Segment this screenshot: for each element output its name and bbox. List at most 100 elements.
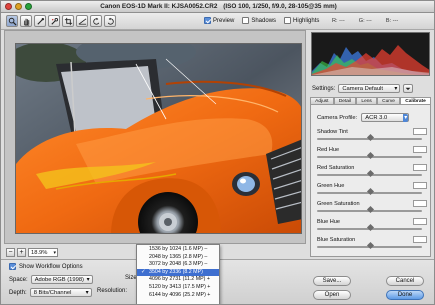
rgb-readout: R: --- G: --- B: --- — [332, 18, 398, 24]
settings-row: Settings: Camera Default — [312, 84, 414, 93]
preview-options: Preview Shadows Highlights — [204, 17, 319, 24]
settings-label: Settings: — [312, 85, 336, 92]
photo-preview[interactable] — [15, 43, 302, 234]
camera-profile-select[interactable]: ACR 3.0 — [361, 113, 410, 122]
settings-select[interactable]: Camera Default — [338, 84, 401, 93]
slider-red-hue[interactable]: Red Hue — [315, 146, 427, 160]
hand-icon — [23, 18, 29, 26]
depth-row: Depth: 8 Bits/Channel — [9, 288, 92, 297]
zoom-out-button[interactable]: − — [6, 247, 15, 257]
rotate-left-button[interactable] — [90, 15, 102, 27]
depth-label: Depth: — [9, 289, 27, 296]
zoom-level-value: 18.9% — [31, 249, 48, 256]
size-menu-item-label: 4096 by 2731 (11.2 MP) + — [149, 276, 211, 283]
menu-arrow-icon — [405, 87, 411, 91]
show-workflow-checkbox-box[interactable] — [9, 263, 16, 270]
tab-calibrate[interactable]: Calibrate — [400, 97, 431, 104]
shadows-label: Shadows — [251, 17, 277, 24]
color-sampler-icon — [50, 17, 58, 25]
slider-label: Red Saturation — [317, 165, 355, 171]
show-workflow-checkbox[interactable]: Show Workflow Options — [9, 263, 83, 270]
space-row: Space: Adobe RGB (1998) — [9, 275, 93, 284]
title-bar: Canon EOS-1D Mark II: KJSA0052.CR2 (ISO … — [1, 1, 434, 13]
checkmark-icon: ✓ — [141, 268, 146, 275]
settings-value: Camera Default — [342, 86, 383, 92]
straighten-tool-button[interactable] — [76, 15, 88, 27]
shadows-checkbox-box[interactable] — [242, 17, 250, 24]
slider-label: Blue Saturation — [317, 237, 356, 243]
white-balance-tool-button[interactable] — [34, 15, 46, 27]
slider-green-saturation[interactable]: Green Saturation — [315, 200, 427, 214]
size-menu-item[interactable]: 3072 by 2048 (6.3 MP) – — [137, 261, 219, 269]
tab-adjust[interactable]: Adjust — [310, 97, 334, 104]
slider-value-field[interactable] — [413, 200, 427, 207]
rotate-left-icon — [92, 17, 99, 25]
rotate-right-button[interactable] — [104, 15, 116, 27]
zoom-level-select[interactable]: 18.9% ▾ — [28, 247, 58, 257]
slider-label: Green Hue — [317, 183, 345, 189]
color-sampler-tool-button[interactable] — [48, 15, 60, 27]
size-dropdown-menu[interactable]: 1536 by 1024 (1.6 MP) – 2048 by 1365 (2.… — [136, 244, 220, 304]
camera-profile-value: ACR 3.0 — [365, 115, 388, 121]
slider-green-hue[interactable]: Green Hue — [315, 182, 427, 196]
panel-tabs: Adjust Detail Lens Curve Calibrate — [310, 97, 431, 105]
preview-checkbox-box[interactable] — [204, 17, 211, 24]
slider-blue-hue[interactable]: Blue Hue — [315, 218, 427, 232]
slider-value-field[interactable] — [413, 236, 427, 243]
depth-select[interactable]: 8 Bits/Channel — [29, 288, 92, 297]
space-label: Space: — [9, 276, 28, 283]
space-select[interactable]: Adobe RGB (1998) — [30, 275, 93, 284]
size-menu-item[interactable]: 6144 by 4096 (25.2 MP) + — [137, 292, 219, 300]
settings-menu-button[interactable] — [403, 84, 414, 93]
hand-tool-button[interactable] — [20, 15, 32, 27]
camera-raw-window: Canon EOS-1D Mark II: KJSA0052.CR2 (ISO … — [0, 0, 435, 305]
zoom-controls: − + 18.9% ▾ — [6, 247, 58, 257]
red-readout: R: --- — [332, 18, 345, 24]
histogram — [311, 32, 430, 76]
size-menu-item-label: 6144 by 4096 (25.2 MP) + — [149, 291, 211, 298]
slider-label: Green Saturation — [317, 201, 360, 207]
tab-curve[interactable]: Curve — [377, 97, 401, 104]
zoom-tool-button[interactable] — [6, 15, 18, 27]
highlights-checkbox-box[interactable] — [284, 17, 292, 24]
size-menu-item-label: 1536 by 1024 (1.6 MP) – — [149, 246, 208, 252]
crop-icon — [64, 17, 72, 25]
size-menu-item-selected[interactable]: ✓ 3504 by 2336 (8.2 MP) — [137, 268, 219, 277]
size-menu-item-label: 5120 by 3413 (17.5 MP) + — [149, 283, 211, 290]
size-menu-item-label: 3504 by 2336 (8.2 MP) — [149, 268, 203, 275]
highlights-checkbox[interactable]: Highlights — [284, 17, 319, 24]
slider-label: Red Hue — [317, 147, 340, 153]
slider-value-field[interactable] — [413, 128, 427, 135]
tab-lens[interactable]: Lens — [356, 97, 377, 104]
preview-checkbox[interactable]: Preview — [204, 17, 234, 24]
show-workflow-label: Show Workflow Options — [19, 263, 83, 270]
size-menu-item[interactable]: 1536 by 1024 (1.6 MP) – — [137, 246, 219, 254]
slider-red-saturation[interactable]: Red Saturation — [315, 164, 427, 178]
image-preview-area[interactable] — [4, 30, 306, 244]
zoom-in-button[interactable]: + — [17, 247, 26, 257]
toolbar: Preview Shadows Highlights R: --- G: ---… — [1, 13, 434, 30]
tab-detail[interactable]: Detail — [333, 97, 357, 104]
calibrate-panel: Camera Profile: ACR 3.0 Shadow Tint Red … — [310, 105, 431, 257]
histogram-graph — [312, 45, 429, 75]
camera-profile-row: Camera Profile: ACR 3.0 — [317, 113, 410, 122]
slider-value-field[interactable] — [413, 164, 427, 171]
highlights-label: Highlights — [293, 17, 320, 24]
size-menu-item[interactable]: 4096 by 2731 (11.2 MP) + — [137, 276, 219, 284]
crop-tool-button[interactable] — [62, 15, 74, 27]
open-button[interactable]: Open — [313, 290, 351, 300]
done-button[interactable]: Done — [386, 290, 424, 300]
save-button[interactable]: Save... — [313, 276, 351, 286]
rotate-right-icon — [107, 17, 114, 25]
blue-readout: B: --- — [385, 18, 399, 24]
slider-shadow-tint[interactable]: Shadow Tint — [315, 128, 427, 142]
cancel-button[interactable]: Cancel — [386, 276, 424, 286]
slider-value-field[interactable] — [413, 218, 427, 225]
shadows-checkbox[interactable]: Shadows — [242, 17, 276, 24]
size-menu-item[interactable]: 5120 by 3413 (17.5 MP) + — [137, 284, 219, 292]
slider-value-field[interactable] — [413, 146, 427, 153]
slider-blue-saturation[interactable]: Blue Saturation — [315, 236, 427, 250]
size-menu-item[interactable]: 2048 by 1365 (2.8 MP) – — [137, 254, 219, 262]
green-readout: G: --- — [358, 18, 372, 24]
slider-value-field[interactable] — [413, 182, 427, 189]
